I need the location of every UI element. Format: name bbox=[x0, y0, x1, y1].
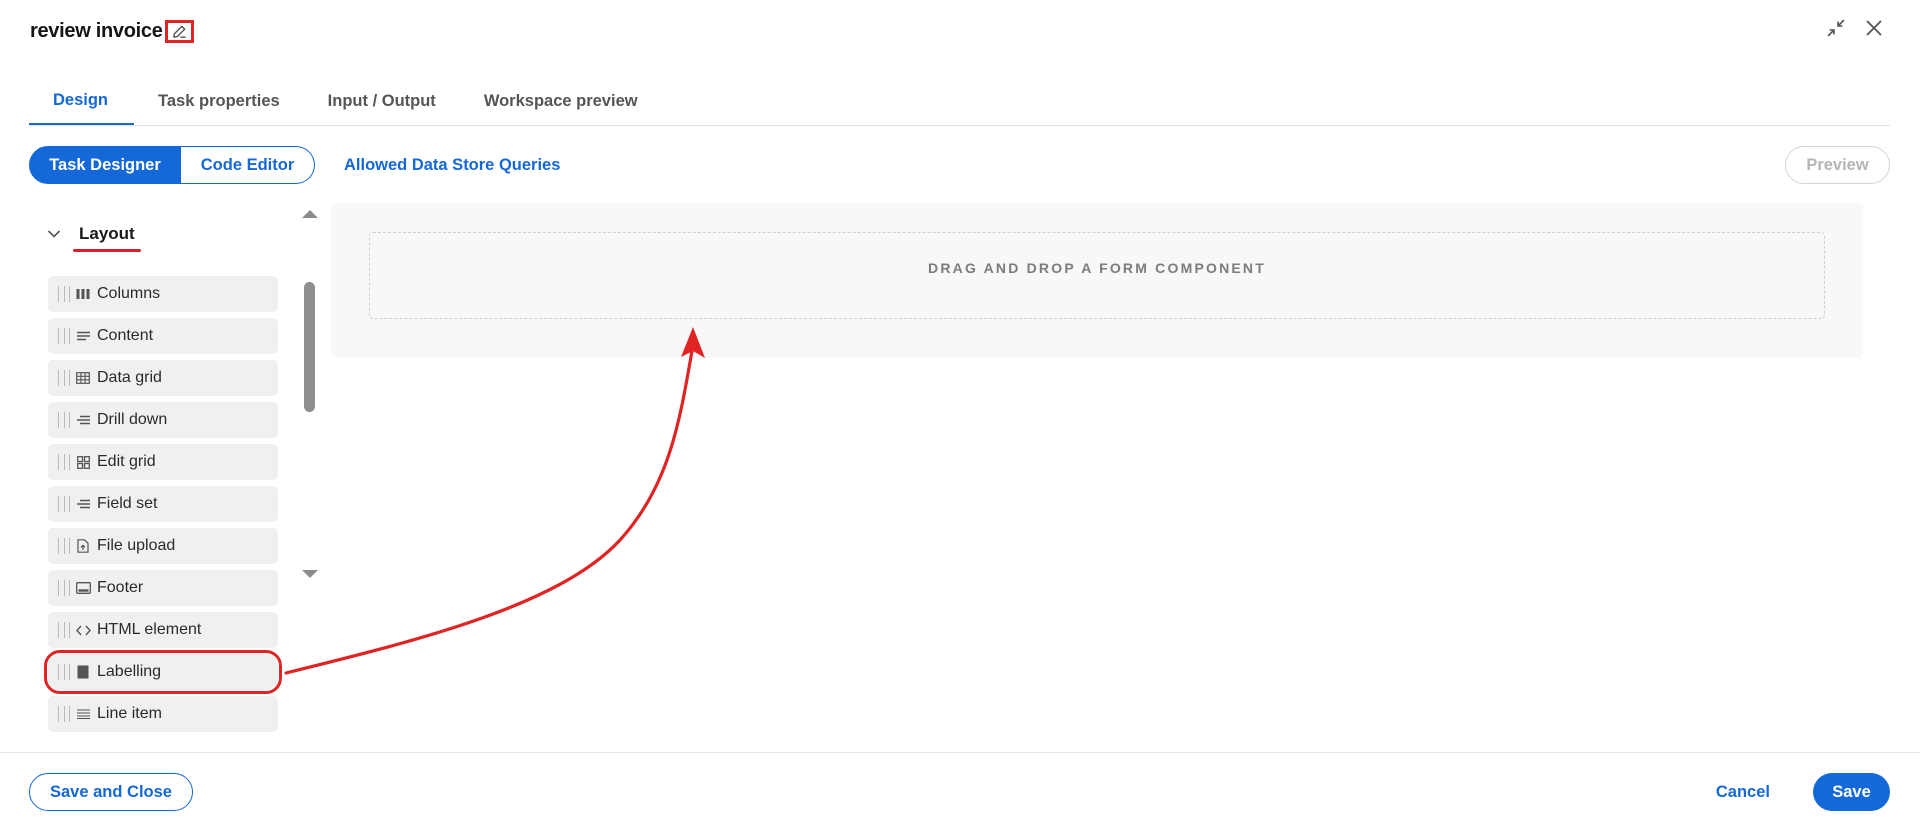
allowed-data-store-queries-link[interactable]: Allowed Data Store Queries bbox=[344, 146, 560, 184]
editor-mode-toggle: Task Designer Code Editor bbox=[29, 146, 315, 184]
scroll-down-arrow-icon[interactable] bbox=[302, 570, 318, 578]
component-label: Edit grid bbox=[97, 453, 156, 470]
component-label: Content bbox=[97, 327, 154, 344]
component-html-element[interactable]: HTML element bbox=[48, 612, 278, 648]
footer-bar: Save and Close Cancel Save bbox=[0, 752, 1920, 820]
scroll-up-arrow-icon[interactable] bbox=[302, 210, 318, 218]
footer-icon bbox=[75, 580, 91, 596]
component-file-upload[interactable]: File upload bbox=[48, 528, 278, 564]
component-field-set[interactable]: Field set bbox=[48, 486, 278, 522]
component-columns[interactable]: Columns bbox=[48, 276, 278, 312]
tab-workspace-preview[interactable]: Workspace preview bbox=[460, 78, 662, 125]
tab-input-output[interactable]: Input / Output bbox=[304, 78, 460, 125]
tab-bar: Design Task properties Input / Output Wo… bbox=[29, 78, 1890, 126]
close-button[interactable] bbox=[1864, 18, 1884, 38]
title-row: review invoice bbox=[30, 16, 194, 46]
file-upload-icon bbox=[75, 538, 91, 554]
component-label: Data grid bbox=[97, 369, 162, 386]
chevron-down-icon bbox=[47, 230, 61, 238]
cancel-button[interactable]: Cancel bbox=[1716, 773, 1770, 811]
component-label: Columns bbox=[97, 285, 161, 302]
sidebar-scrollbar[interactable] bbox=[299, 206, 321, 584]
code-editor-button[interactable]: Code Editor bbox=[181, 146, 315, 184]
code-brackets-icon bbox=[75, 622, 91, 638]
drag-handle-icon bbox=[58, 580, 70, 596]
tab-design[interactable]: Design bbox=[29, 78, 135, 125]
drag-handle-icon bbox=[58, 664, 70, 680]
field-set-icon bbox=[75, 496, 91, 512]
drag-handle-icon bbox=[58, 328, 70, 344]
component-drill-down[interactable]: Drill down bbox=[48, 402, 278, 438]
labelling-icon bbox=[75, 664, 91, 680]
section-title: Layout bbox=[73, 224, 141, 252]
form-dropzone[interactable]: DRAG AND DROP A FORM COMPONENT bbox=[369, 232, 1825, 319]
drag-handle-icon bbox=[58, 706, 70, 722]
component-edit-grid[interactable]: Edit grid bbox=[48, 444, 278, 480]
component-label: Field set bbox=[97, 495, 158, 512]
task-designer-button[interactable]: Task Designer bbox=[29, 146, 181, 184]
content-lines-icon bbox=[75, 328, 91, 344]
drag-handle-icon bbox=[58, 496, 70, 512]
component-footer[interactable]: Footer bbox=[48, 570, 278, 606]
preview-button[interactable]: Preview bbox=[1785, 146, 1890, 184]
component-data-grid[interactable]: Data grid bbox=[48, 360, 278, 396]
drag-handle-icon bbox=[58, 412, 70, 428]
layout-section-header[interactable]: Layout bbox=[47, 224, 141, 252]
save-button[interactable]: Save bbox=[1813, 773, 1890, 811]
drag-handle-icon bbox=[58, 286, 70, 302]
drill-down-icon bbox=[75, 412, 91, 428]
component-label: Drill down bbox=[97, 411, 168, 428]
drag-handle-icon bbox=[58, 622, 70, 638]
drag-handle-icon bbox=[58, 538, 70, 554]
component-content[interactable]: Content bbox=[48, 318, 278, 354]
close-icon bbox=[1866, 20, 1882, 36]
annotation-underline bbox=[73, 249, 141, 252]
component-label: File upload bbox=[97, 537, 176, 554]
edit-title-button[interactable] bbox=[164, 19, 194, 43]
scrollbar-thumb[interactable] bbox=[304, 282, 315, 412]
drag-handle-icon bbox=[58, 454, 70, 470]
edit-grid-icon bbox=[75, 454, 91, 470]
minimize-button[interactable] bbox=[1826, 18, 1846, 38]
collapse-arrows-icon bbox=[1827, 19, 1845, 37]
page-title: review invoice bbox=[30, 19, 163, 42]
header-actions bbox=[1826, 18, 1884, 38]
section-title-text: Layout bbox=[79, 224, 135, 243]
component-sidebar: Layout Columns Content Data grid Drill d… bbox=[29, 202, 321, 750]
component-label: Footer bbox=[97, 579, 144, 596]
component-line-item[interactable]: Line item bbox=[48, 696, 278, 732]
dropzone-text: DRAG AND DROP A FORM COMPONENT bbox=[928, 259, 1266, 276]
component-label: Labelling bbox=[97, 663, 162, 680]
data-grid-icon bbox=[75, 370, 91, 386]
columns-icon bbox=[75, 286, 91, 302]
component-label: HTML element bbox=[97, 621, 202, 638]
component-label: Line item bbox=[97, 705, 162, 722]
pencil-edit-icon bbox=[172, 25, 186, 38]
save-and-close-button[interactable]: Save and Close bbox=[29, 773, 193, 811]
component-labelling[interactable]: Labelling bbox=[44, 650, 282, 694]
tab-task-properties[interactable]: Task properties bbox=[134, 78, 304, 125]
drag-handle-icon bbox=[58, 370, 70, 386]
line-item-icon bbox=[75, 706, 91, 722]
form-canvas: DRAG AND DROP A FORM COMPONENT bbox=[331, 203, 1863, 358]
